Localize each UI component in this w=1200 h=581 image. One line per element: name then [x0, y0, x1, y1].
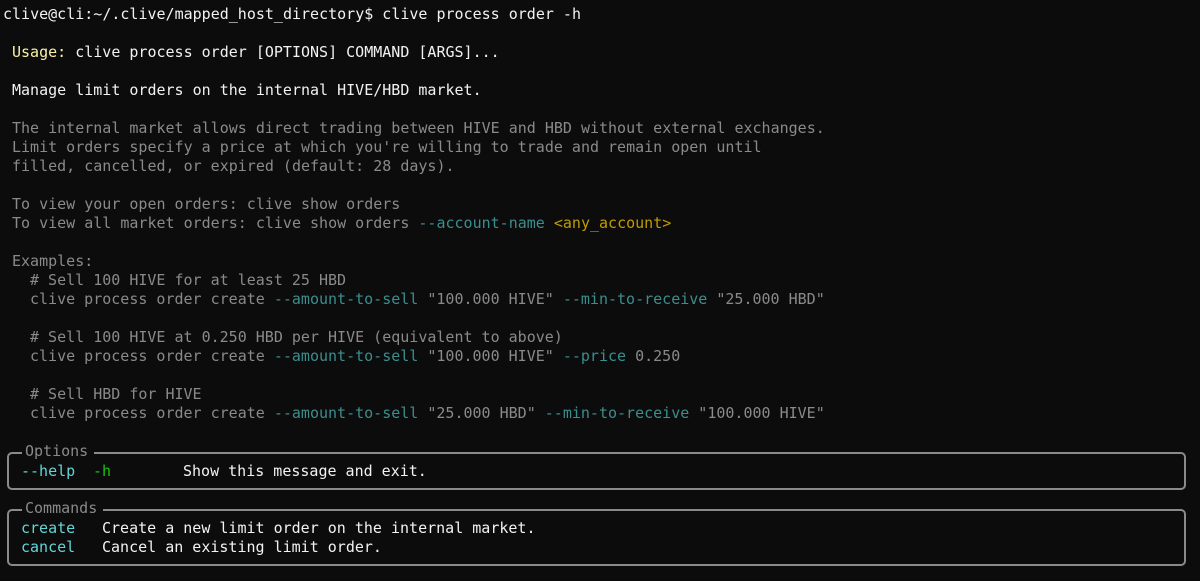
example-1-comment: # Sell 100 HIVE for at least 25 HBD [30, 271, 347, 289]
example-1-flag-amount: --amount-to-sell [273, 290, 419, 308]
shell-prompt: clive@cli:~/.clive/mapped_host_directory… [3, 5, 581, 23]
example-1-val-amount: "100.000 HIVE" [418, 290, 563, 308]
example-1-flag-min: --min-to-receive [562, 290, 708, 308]
example-3-val-min: "100.000 HIVE" [689, 404, 825, 422]
command-name-create: create [21, 519, 76, 537]
view-all-orders-line: To view all market orders: clive show or… [12, 214, 671, 233]
view-open-orders-text: To view your open orders: clive show ord… [12, 195, 401, 213]
example-3-comment: # Sell HBD for HIVE [30, 385, 202, 403]
options-panel: Options --help -h Show this message and ex… [7, 442, 1186, 490]
example-2-comment: # Sell 100 HIVE at 0.250 HBD per HIVE (e… [30, 328, 563, 346]
example-1-cmd: clive process order create [30, 290, 274, 308]
usage-label: Usage: [12, 43, 67, 61]
usage-line: Usage: clive process order [OPTIONS] COM… [12, 43, 500, 62]
example-2-command: clive process order create --amount-to-s… [30, 347, 680, 366]
examples-label: Examples: [12, 252, 94, 270]
any-account-arg: <any_account> [553, 214, 672, 232]
command-desc-create: Create a new limit order on the internal… [102, 519, 536, 537]
example-2-flag-price: --price [562, 347, 627, 365]
help-description: Show this message and exit. [183, 462, 427, 480]
command-desc-cancel: Cancel an existing limit order. [102, 538, 382, 556]
help-long-flag: --help [21, 462, 76, 480]
help-short-flag: -h [93, 462, 112, 480]
example-1-command: clive process order create --amount-to-s… [30, 290, 825, 309]
description-line-3: filled, cancelled, or expired (default: … [12, 157, 455, 175]
example-3-flag-amount: --amount-to-sell [273, 404, 419, 422]
example-2-flag-amount: --amount-to-sell [273, 347, 419, 365]
example-3-command: clive process order create --amount-to-s… [30, 404, 825, 423]
commands-panel-title: Commands [22, 499, 104, 518]
usage-text: clive process order [OPTIONS] COMMAND [A… [66, 43, 500, 61]
example-3-cmd: clive process order create [30, 404, 274, 422]
example-2-val-amount: "100.000 HIVE" [418, 347, 563, 365]
command-name-cancel: cancel [21, 538, 76, 556]
options-panel-title: Options [22, 442, 95, 461]
example-3-flag-min: --min-to-receive [544, 404, 690, 422]
view-all-space [545, 214, 554, 232]
example-2-val-price: 0.250 [626, 347, 681, 365]
description-line-1: The internal market allows direct tradin… [12, 119, 825, 137]
example-3-val-amount: "25.000 HBD" [418, 404, 545, 422]
account-name-flag: --account-name [418, 214, 545, 232]
example-2-cmd: clive process order create [30, 347, 274, 365]
example-1-val-min: "25.000 HBD" [707, 290, 825, 308]
description-line-2: Limit orders specify a price at which yo… [12, 138, 762, 156]
commands-panel: Commands create Create a new limit order … [7, 499, 1186, 566]
summary-text: Manage limit orders on the internal HIVE… [12, 81, 482, 99]
view-all-prefix: To view all market orders: clive show or… [12, 214, 419, 232]
